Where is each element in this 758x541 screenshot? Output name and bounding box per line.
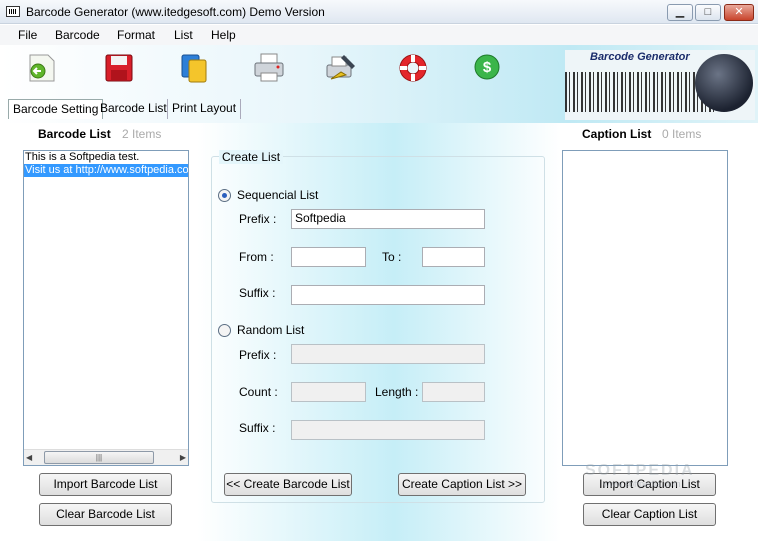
sequential-list-radio[interactable] [218, 189, 231, 202]
length-input [422, 382, 485, 402]
window-title: Barcode Generator (www.itedgesoft.com) D… [26, 5, 325, 19]
print-icon[interactable] [252, 51, 286, 85]
minimize-button[interactable]: ▁ [667, 4, 693, 21]
softpedia-watermark: SOFTPEDIA [585, 462, 695, 479]
import-barcode-list-button[interactable]: Import Barcode List [39, 473, 172, 496]
open-icon[interactable] [24, 51, 58, 85]
tab-barcode-list[interactable]: Barcode List [96, 99, 171, 119]
clear-caption-list-button[interactable]: Clear Caption List [583, 503, 716, 526]
random-list-radio[interactable] [218, 324, 231, 337]
random-list-label[interactable]: Random List [237, 323, 304, 337]
copy-icon[interactable] [177, 51, 211, 85]
caption-list-count: 0 Items [662, 127, 702, 141]
logo-title: Barcode Generator [590, 51, 690, 63]
barcode-app-icon [6, 6, 20, 17]
tab-barcode-setting[interactable]: Barcode Setting [8, 99, 104, 119]
barcode-listbox[interactable]: This is a Softpedia test. Visit us at ht… [23, 150, 189, 466]
barcode-generator-logo: Barcode Generator [565, 50, 755, 120]
count-input [291, 382, 366, 402]
random-suffix-label: Suffix : [239, 421, 276, 435]
menu-list[interactable]: List [174, 28, 193, 42]
suffix-label: Suffix : [239, 286, 276, 300]
caption-listbox[interactable] [562, 150, 728, 466]
caption-list-title: Caption List [582, 127, 652, 141]
sequential-suffix-input[interactable] [291, 285, 485, 305]
sequential-list-label[interactable]: Sequencial List [237, 188, 318, 202]
clear-barcode-list-button[interactable]: Clear Barcode List [39, 503, 172, 526]
barcode-list-count: 2 Items [122, 127, 162, 141]
horizontal-scrollbar[interactable]: ◀ ||| ▶ [24, 449, 188, 465]
menu-bar: File Barcode Format List Help [0, 25, 758, 45]
menu-file[interactable]: File [18, 28, 37, 42]
to-label: To : [382, 250, 402, 264]
menu-barcode[interactable]: Barcode [55, 28, 100, 42]
length-label: Length : [375, 385, 419, 399]
random-prefix-input [291, 344, 485, 364]
list-item-selected[interactable]: Visit us at http://www.softpedia.com [24, 164, 188, 177]
menu-help[interactable]: Help [211, 28, 236, 42]
count-label: Count : [239, 385, 278, 399]
maximize-button[interactable]: □ [695, 4, 721, 21]
barcode-list-title: Barcode List [38, 127, 111, 141]
tab-print-layout[interactable]: Print Layout [167, 99, 242, 119]
help-lifebuoy-icon[interactable] [396, 51, 430, 85]
softpedia-watermark-url: www.softpedia.com [603, 479, 681, 489]
scrollbar-thumb[interactable]: ||| [44, 451, 154, 464]
random-suffix-input [291, 420, 485, 440]
logo-barcode-graphic [565, 72, 715, 112]
create-list-group-label: Create List [219, 150, 284, 164]
from-label: From : [239, 250, 274, 264]
globe-icon [695, 54, 753, 112]
buy-icon[interactable]: $ [472, 51, 506, 85]
from-input[interactable] [291, 247, 366, 267]
create-barcode-list-button[interactable]: << Create Barcode List [224, 473, 352, 496]
list-item[interactable]: This is a Softpedia test. [24, 151, 188, 164]
prefix-label: Prefix : [239, 212, 277, 226]
scroll-right-arrow-icon[interactable]: ▶ [180, 453, 186, 462]
create-caption-list-button[interactable]: Create Caption List >> [398, 473, 526, 496]
random-prefix-label: Prefix : [239, 348, 277, 362]
title-bar: Barcode Generator (www.itedgesoft.com) D… [0, 0, 758, 24]
svg-text:$: $ [483, 59, 492, 76]
save-icon[interactable] [102, 51, 136, 85]
menu-format[interactable]: Format [117, 28, 155, 42]
close-button[interactable]: ✕ [724, 4, 754, 21]
to-input[interactable] [422, 247, 485, 267]
scroll-left-arrow-icon[interactable]: ◀ [26, 453, 32, 462]
print-setup-icon[interactable] [324, 51, 358, 85]
sequential-prefix-input[interactable]: Softpedia [291, 209, 485, 229]
